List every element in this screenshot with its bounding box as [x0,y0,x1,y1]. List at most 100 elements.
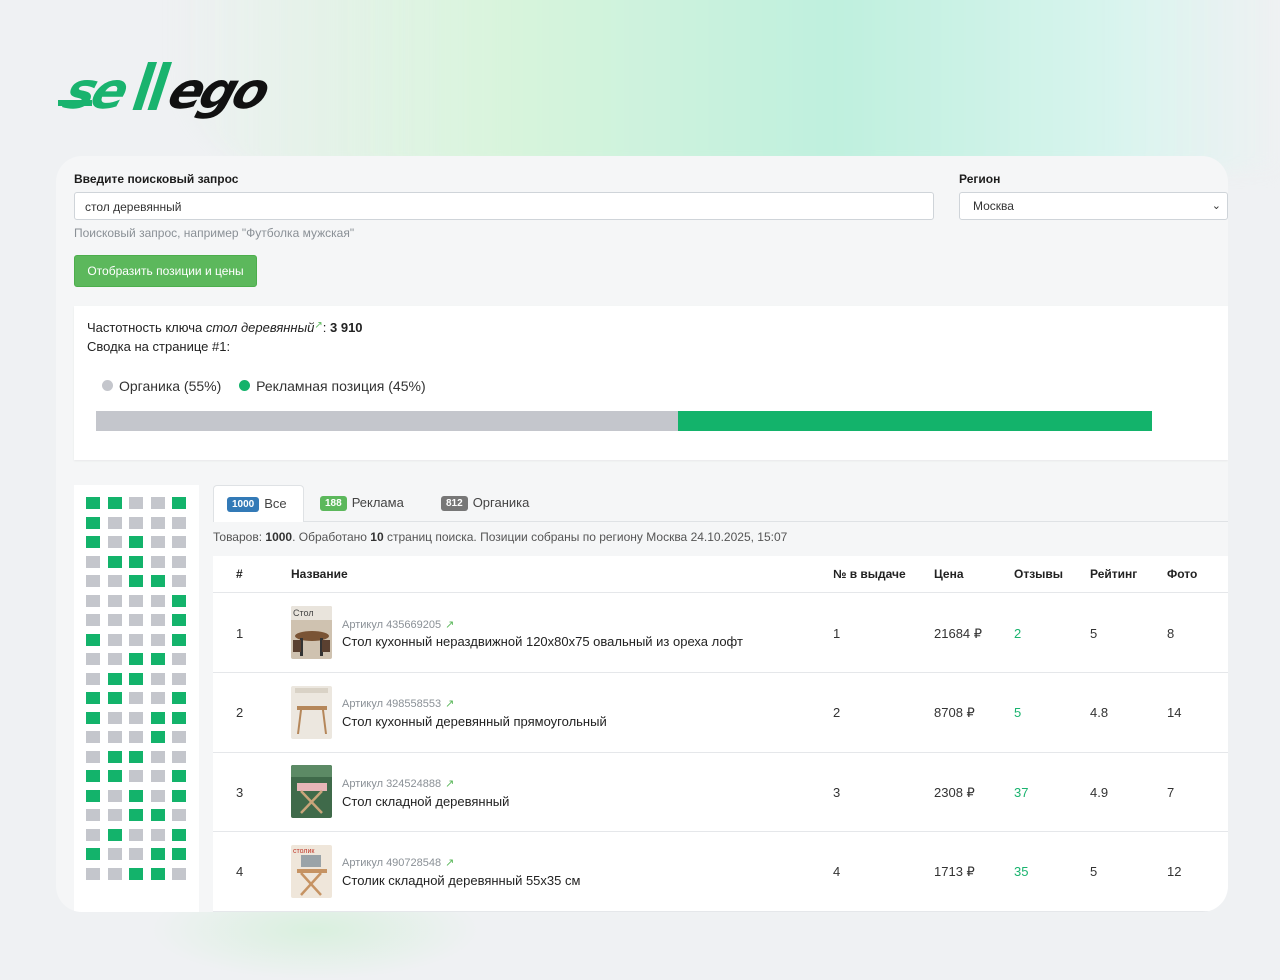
grid-cell-ad[interactable] [172,497,186,509]
grid-cell-ad[interactable] [86,516,100,529]
grid-cell-organic[interactable] [129,828,143,841]
grid-cell-ad[interactable] [107,555,122,568]
product-thumbnail[interactable]: столик [291,845,332,898]
freq-key[interactable]: стол деревянный [206,320,315,335]
external-link-icon[interactable]: ↗ [445,778,454,790]
grid-cell-organic[interactable] [172,672,186,685]
grid-cell-ad[interactable] [150,575,165,587]
tab-ads[interactable]: 188 Реклама [320,485,404,521]
grid-cell-organic[interactable] [172,750,186,763]
col-reviews[interactable]: Отзывы [1014,556,1063,592]
search-input[interactable]: стол деревянный [74,192,934,220]
grid-cell-ad[interactable] [172,594,186,607]
grid-cell-organic[interactable] [150,497,165,509]
col-rating[interactable]: Рейтинг [1090,556,1137,592]
grid-cell-organic[interactable] [107,653,122,665]
grid-cell-organic[interactable] [129,848,143,860]
grid-cell-organic[interactable] [107,614,122,626]
external-link-icon[interactable]: ↗ [314,320,322,331]
grid-cell-ad[interactable] [107,770,122,782]
grid-cell-ad[interactable] [172,770,186,782]
grid-cell-organic[interactable] [172,575,186,587]
grid-cell-ad[interactable] [172,614,186,626]
product-name[interactable]: Стол кухонный нераздвижной 120х80х75 ова… [342,634,743,649]
grid-cell-organic[interactable] [107,536,122,548]
grid-cell-ad[interactable] [107,828,122,841]
grid-cell-ad[interactable] [150,867,165,880]
external-link-icon[interactable]: ↗ [445,857,454,869]
grid-cell-ad[interactable] [86,848,100,860]
grid-cell-organic[interactable] [150,594,165,607]
grid-cell-organic[interactable] [150,614,165,626]
grid-cell-organic[interactable] [150,789,165,802]
grid-cell-organic[interactable] [129,731,143,743]
grid-cell-ad[interactable] [107,497,122,509]
region-select[interactable]: Москва ⌄ [959,192,1228,220]
grid-cell-organic[interactable] [129,770,143,782]
grid-cell-ad[interactable] [86,770,100,782]
grid-cell-ad[interactable] [172,789,186,802]
grid-cell-ad[interactable] [129,809,143,821]
grid-cell-ad[interactable] [86,789,100,802]
row-reviews[interactable]: 37 [1014,785,1028,800]
product-thumbnail[interactable]: Стол [291,606,332,659]
external-link-icon[interactable]: ↗ [445,619,454,631]
grid-cell-organic[interactable] [150,770,165,782]
grid-cell-organic[interactable] [86,594,100,607]
grid-cell-organic[interactable] [129,711,143,724]
product-thumbnail[interactable] [291,765,332,818]
grid-cell-organic[interactable] [129,692,143,704]
tab-organic[interactable]: 812 Органика [441,485,529,521]
grid-cell-organic[interactable] [107,848,122,860]
product-name[interactable]: Стол складной деревянный [342,794,509,809]
grid-cell-organic[interactable] [150,555,165,568]
grid-cell-organic[interactable] [172,731,186,743]
grid-cell-organic[interactable] [129,614,143,626]
grid-cell-organic[interactable] [150,750,165,763]
grid-cell-organic[interactable] [107,594,122,607]
grid-cell-organic[interactable] [150,672,165,685]
external-link-icon[interactable]: ↗ [445,698,454,710]
grid-cell-organic[interactable] [107,867,122,880]
grid-cell-organic[interactable] [172,516,186,529]
grid-cell-ad[interactable] [150,809,165,821]
grid-cell-organic[interactable] [172,536,186,548]
grid-cell-organic[interactable] [129,516,143,529]
grid-cell-ad[interactable] [172,828,186,841]
product-name[interactable]: Столик складной деревянный 55х35 см [342,873,580,888]
grid-cell-ad[interactable] [150,653,165,665]
grid-cell-organic[interactable] [86,809,100,821]
col-photo[interactable]: Фото [1167,556,1197,592]
grid-cell-organic[interactable] [86,672,100,685]
row-reviews[interactable]: 35 [1014,864,1028,879]
grid-cell-ad[interactable] [129,867,143,880]
grid-cell-organic[interactable] [150,633,165,646]
grid-cell-organic[interactable] [129,594,143,607]
grid-cell-organic[interactable] [107,516,122,529]
grid-cell-organic[interactable] [150,828,165,841]
grid-cell-organic[interactable] [150,692,165,704]
grid-cell-ad[interactable] [150,848,165,860]
grid-cell-organic[interactable] [150,536,165,548]
grid-cell-ad[interactable] [107,672,122,685]
grid-cell-ad[interactable] [129,789,143,802]
grid-cell-organic[interactable] [86,614,100,626]
grid-cell-ad[interactable] [86,536,100,548]
grid-cell-organic[interactable] [86,828,100,841]
col-name[interactable]: Название [291,556,348,592]
grid-cell-organic[interactable] [129,497,143,509]
grid-cell-ad[interactable] [107,750,122,763]
grid-cell-organic[interactable] [86,731,100,743]
row-reviews[interactable]: 5 [1014,705,1021,720]
grid-cell-organic[interactable] [107,575,122,587]
col-price[interactable]: Цена [934,556,964,592]
grid-cell-organic[interactable] [107,809,122,821]
grid-cell-ad[interactable] [86,633,100,646]
grid-cell-organic[interactable] [86,750,100,763]
grid-cell-ad[interactable] [129,575,143,587]
grid-cell-organic[interactable] [129,633,143,646]
grid-cell-ad[interactable] [172,711,186,724]
grid-cell-organic[interactable] [86,575,100,587]
grid-cell-ad[interactable] [86,497,100,509]
grid-cell-ad[interactable] [129,750,143,763]
